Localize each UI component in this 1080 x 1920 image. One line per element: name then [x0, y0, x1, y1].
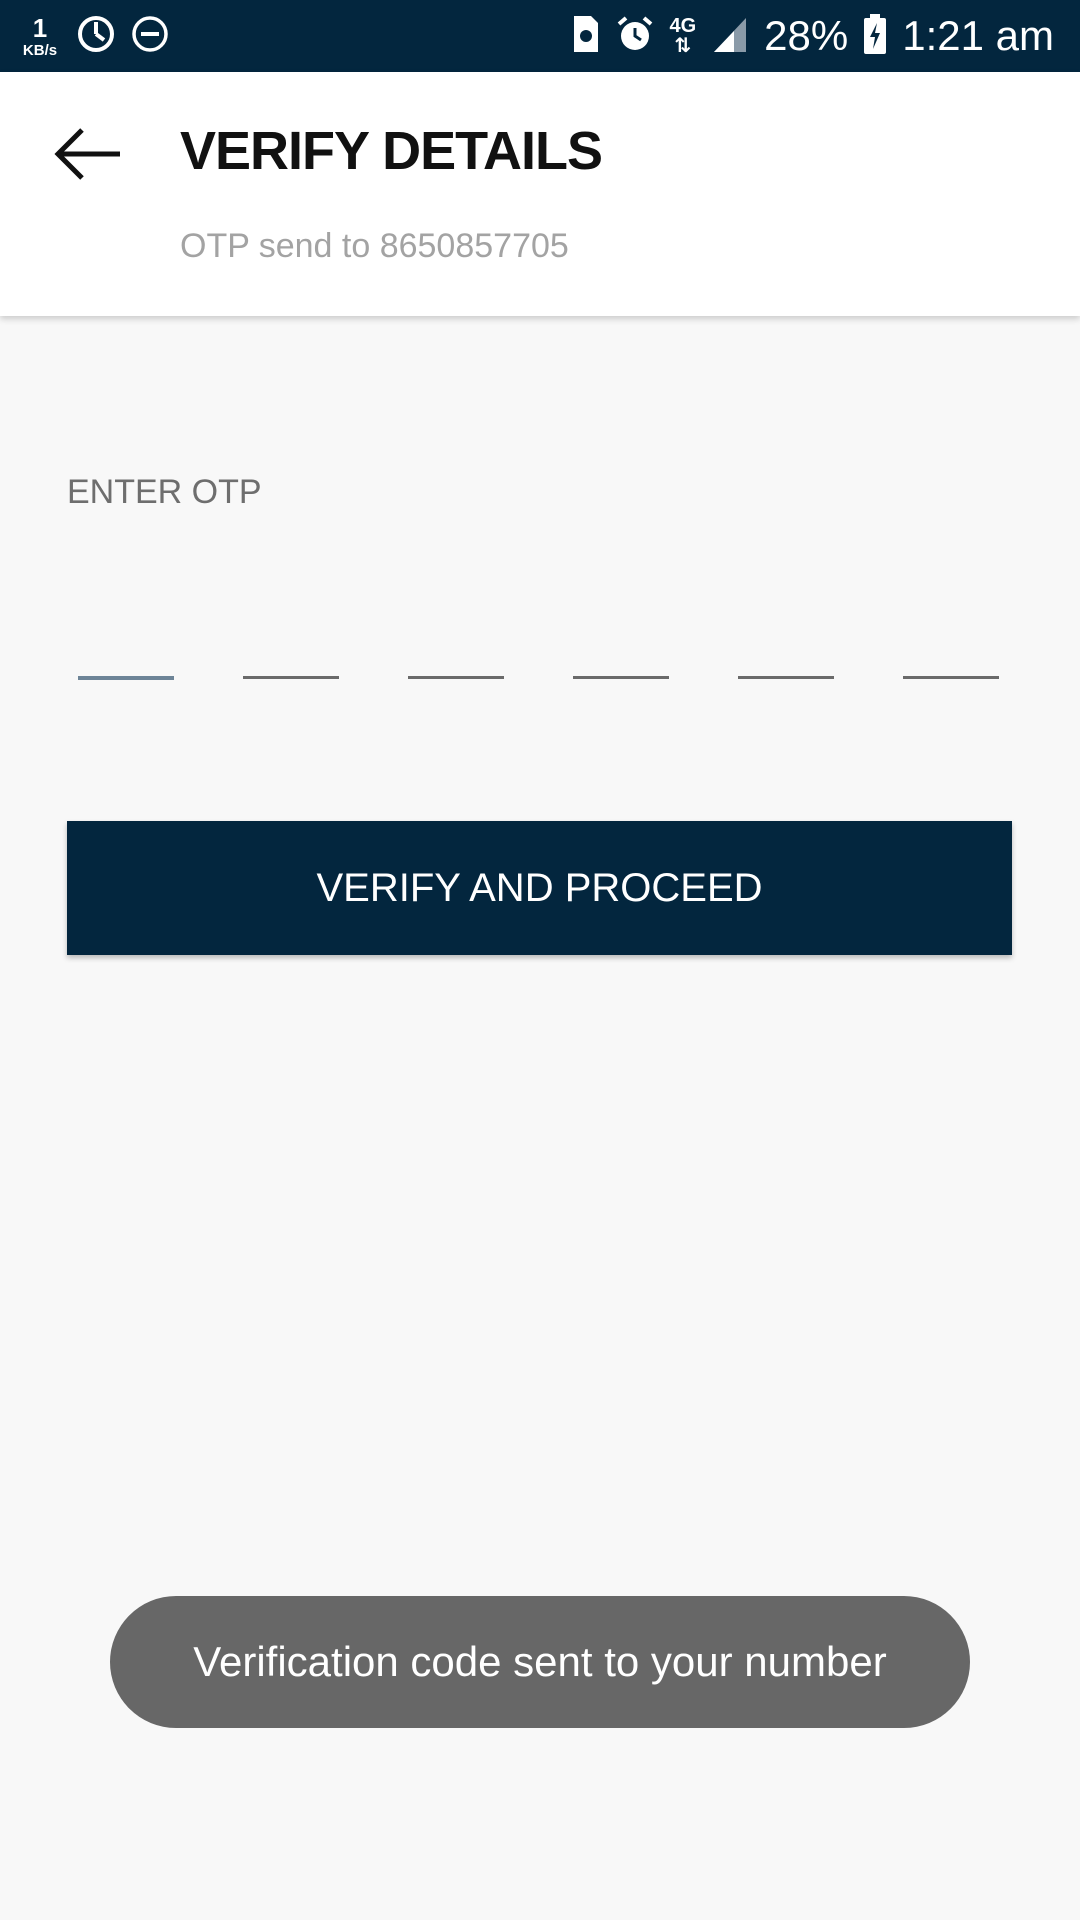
- battery-charging-icon: [862, 13, 888, 60]
- otp-sent-subtitle: OTP send to 8650857705: [180, 227, 569, 265]
- verify-and-proceed-button[interactable]: VERIFY AND PROCEED: [67, 821, 1012, 955]
- back-button[interactable]: [50, 124, 130, 184]
- data-arrows-icon: ⇅: [674, 35, 692, 57]
- arrow-left-icon: [50, 128, 130, 188]
- toast-message: Verification code sent to your number: [110, 1596, 970, 1728]
- status-bar: 1 KB/s 4G ⇅ 28% 1:21 am: [0, 0, 1080, 72]
- network-speed-value: 1: [32, 12, 48, 43]
- network-type: 4G ⇅: [669, 16, 696, 56]
- alarm-icon: [615, 14, 655, 59]
- battery-percent: 28%: [764, 12, 849, 59]
- otp-digit-2[interactable]: [243, 640, 339, 679]
- sim-icon: [571, 14, 601, 59]
- toast-text: Verification code sent to your number: [193, 1638, 887, 1685]
- otp-digit-6[interactable]: [903, 640, 999, 679]
- clock: 1:21 am: [902, 12, 1054, 59]
- network-speed-unit: KB/s: [22, 41, 58, 59]
- otp-label: ENTER OTP: [67, 473, 262, 511]
- otp-digit-3[interactable]: [408, 640, 504, 679]
- do-not-disturb-icon: [130, 14, 170, 59]
- status-bar-left: 1 KB/s: [18, 10, 170, 62]
- otp-digit-4[interactable]: [573, 640, 669, 679]
- otp-input-row: [78, 640, 1002, 680]
- network-speed: 1 KB/s: [18, 15, 62, 58]
- status-bar-right: 4G ⇅ 28% 1:21 am: [571, 10, 1054, 62]
- network-type-label: 4G: [669, 15, 697, 37]
- app-header: VERIFY DETAILS OTP send to 8650857705: [0, 72, 1080, 316]
- sync-icon: [76, 14, 116, 59]
- signal-icon: [710, 14, 750, 59]
- page-title: VERIFY DETAILS: [180, 121, 603, 181]
- otp-digit-5[interactable]: [738, 640, 834, 679]
- otp-digit-1[interactable]: [78, 640, 174, 680]
